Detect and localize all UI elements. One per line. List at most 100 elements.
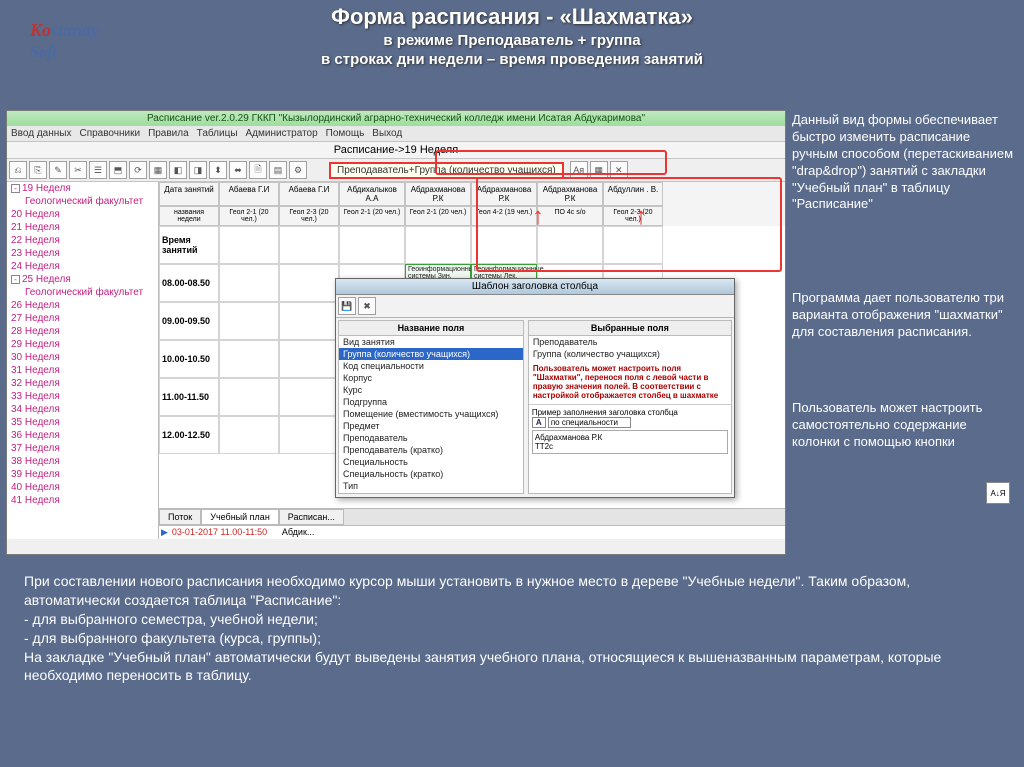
week-tree[interactable]: -19 НеделяГеологический факультет20 Неде… <box>7 182 159 539</box>
field-item[interactable]: Предмет <box>339 420 523 432</box>
empty-cell[interactable] <box>219 340 279 378</box>
empty-cell[interactable] <box>279 378 339 416</box>
field-item[interactable]: Код специальности <box>339 360 523 372</box>
dlg-cancel-icon[interactable]: ✖ <box>358 297 376 315</box>
tool-icon[interactable]: ✂ <box>69 161 87 179</box>
tab-pot[interactable]: Поток <box>159 509 201 525</box>
empty-cell[interactable] <box>279 302 339 340</box>
tree-item[interactable]: 30 Неделя <box>7 351 158 364</box>
tree-item[interactable]: 33 Неделя <box>7 390 158 403</box>
field-item[interactable]: Вид занятия <box>339 336 523 348</box>
tool-icon[interactable]: ▤ <box>269 161 287 179</box>
fields-selected[interactable]: Выбранные поля ПреподавательГруппа (коли… <box>528 320 732 494</box>
slide-title: Форма расписания - «Шахматка» <box>0 4 1024 30</box>
col-subheader: Геол 2-1 (20 чел.) <box>339 206 405 226</box>
tree-item[interactable]: 38 Неделя <box>7 455 158 468</box>
empty-cell[interactable] <box>279 416 339 454</box>
bottom-tabs[interactable]: Поток Учебный план Расписан... <box>159 508 785 525</box>
menu-item[interactable]: Администратор <box>246 128 318 139</box>
az-sort-button[interactable]: A↓Я <box>986 482 1010 504</box>
tree-item[interactable]: Геологический факультет <box>7 195 158 208</box>
menu-item[interactable]: Правила <box>148 128 189 139</box>
selected-field[interactable]: Группа (количество учащихся) <box>529 348 731 360</box>
tool-icon[interactable]: ◨ <box>189 161 207 179</box>
menu-item[interactable]: Справочники <box>79 128 140 139</box>
tool-icon[interactable]: 🗎 <box>249 161 267 179</box>
field-item[interactable]: Преподаватель (кратко) <box>339 444 523 456</box>
tool-icon[interactable]: ☰ <box>89 161 107 179</box>
tool-icon[interactable]: ⬒ <box>109 161 127 179</box>
tree-item[interactable]: 40 Неделя <box>7 481 158 494</box>
dialog-note: Пользователь может настроить поля "Шахма… <box>529 360 731 404</box>
tree-item[interactable]: 27 Неделя <box>7 312 158 325</box>
field-item[interactable]: Подгруппа <box>339 396 523 408</box>
empty-cell[interactable] <box>279 264 339 302</box>
tree-item[interactable]: 37 Неделя <box>7 442 158 455</box>
tool-icon[interactable]: Aя <box>570 161 588 179</box>
empty-cell[interactable] <box>219 378 279 416</box>
slide-heading: Форма расписания - «Шахматка» в режиме П… <box>0 0 1024 74</box>
tool-icon[interactable]: ⬍ <box>209 161 227 179</box>
tree-item[interactable]: 41 Неделя <box>7 494 158 507</box>
tool-icon[interactable]: ✎ <box>49 161 67 179</box>
tree-item[interactable]: Геологический факультет <box>7 286 158 299</box>
tool-icon[interactable]: ⚙ <box>289 161 307 179</box>
empty-cell[interactable] <box>279 340 339 378</box>
tool-icon[interactable]: ⟳ <box>129 161 147 179</box>
tool-icon[interactable]: ⬌ <box>229 161 247 179</box>
breadcrumb: Расписание->19 Неделя <box>7 142 785 159</box>
tab-rasp[interactable]: Расписан... <box>279 509 344 525</box>
field-item[interactable]: Корпус <box>339 372 523 384</box>
tree-item[interactable]: 26 Неделя <box>7 299 158 312</box>
tree-item[interactable]: 36 Неделя <box>7 429 158 442</box>
tool-icon[interactable]: ▦ <box>590 161 608 179</box>
tool-icon[interactable]: ⎌ <box>9 161 27 179</box>
tree-item[interactable]: 20 Неделя <box>7 208 158 221</box>
tree-item[interactable]: 29 Неделя <box>7 338 158 351</box>
menu-item[interactable]: Помощь <box>326 128 365 139</box>
logo: Kostanay Soft <box>30 20 99 62</box>
arrow-icon: ↑ <box>532 205 544 229</box>
menu-item[interactable]: Выход <box>372 128 402 139</box>
selected-field[interactable]: Преподаватель <box>529 336 731 348</box>
empty-cell[interactable] <box>219 416 279 454</box>
tree-item[interactable]: 39 Неделя <box>7 468 158 481</box>
menu-item[interactable]: Ввод данных <box>11 128 71 139</box>
tree-item[interactable]: -25 Неделя <box>7 273 158 286</box>
tree-item[interactable]: 23 Неделя <box>7 247 158 260</box>
field-item[interactable]: Специальность <box>339 456 523 468</box>
field-item[interactable]: Курс <box>339 384 523 396</box>
tool-icon[interactable]: ▦ <box>149 161 167 179</box>
tree-item[interactable]: 28 Неделя <box>7 325 158 338</box>
menu-item[interactable]: Таблицы <box>197 128 238 139</box>
tree-item[interactable]: 34 Неделя <box>7 403 158 416</box>
tool-icon[interactable]: ⎘ <box>29 161 47 179</box>
tree-item[interactable]: 31 Неделя <box>7 364 158 377</box>
col-header: Абдрахманова Р.К <box>405 182 471 206</box>
fields-available[interactable]: Название поля Вид занятияГруппа (количес… <box>338 320 524 494</box>
col-header: Абаева Г.И <box>219 182 279 206</box>
dlg-save-icon[interactable]: 💾 <box>338 297 356 315</box>
tree-item[interactable]: 24 Неделя <box>7 260 158 273</box>
col-header: Абдрахманова Р.К <box>537 182 603 206</box>
sample-a-button[interactable]: A <box>532 417 546 428</box>
col-header: Абдрахманова Р.К <box>471 182 537 206</box>
field-item[interactable]: Специальность (кратко) <box>339 468 523 480</box>
field-item[interactable]: Факультет <box>339 492 523 493</box>
tab-plan[interactable]: Учебный план <box>201 509 279 525</box>
tree-item[interactable]: 21 Неделя <box>7 221 158 234</box>
plan-row[interactable]: ▶ 03-01-2017 11.00-11:50 Абдик... <box>159 525 785 539</box>
empty-cell[interactable] <box>219 264 279 302</box>
field-item[interactable]: Преподаватель <box>339 432 523 444</box>
tool-icon[interactable]: ✕ <box>610 161 628 179</box>
field-item[interactable]: Группа (количество учащихся) <box>339 348 523 360</box>
column-template-dialog[interactable]: Шаблон заголовка столбца 💾 ✖ Название по… <box>335 278 735 498</box>
tree-item[interactable]: -19 Неделя <box>7 182 158 195</box>
field-item[interactable]: Помещение (вместимость учащихся) <box>339 408 523 420</box>
empty-cell[interactable] <box>219 302 279 340</box>
field-item[interactable]: Тип <box>339 480 523 492</box>
tree-item[interactable]: 35 Неделя <box>7 416 158 429</box>
tree-item[interactable]: 32 Неделя <box>7 377 158 390</box>
tool-icon[interactable]: ◧ <box>169 161 187 179</box>
tree-item[interactable]: 22 Неделя <box>7 234 158 247</box>
